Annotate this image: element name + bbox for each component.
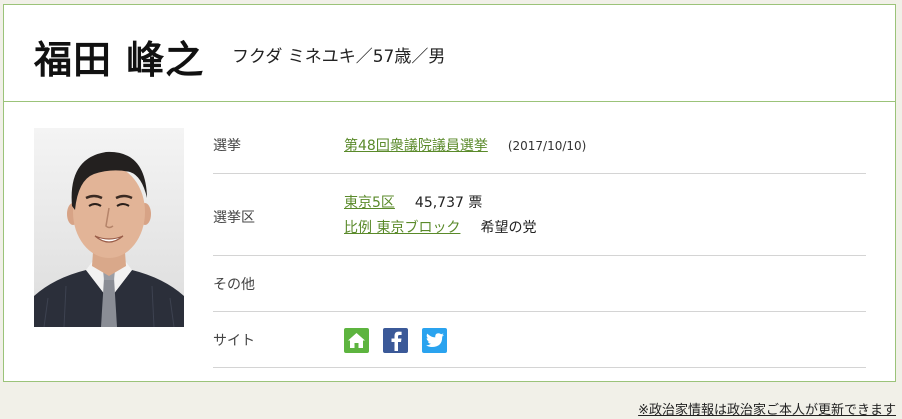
site-icons [344,328,447,353]
politician-kana-age-gender: フクダ ミネユキ／57歳／男 [232,47,446,67]
politician-photo [34,128,184,327]
district-value: 東京5区 45,737 票 [344,192,482,212]
election-row: 選挙 第48回衆議院議員選挙 (2017/10/10) [213,112,866,174]
election-value: 第48回衆議院議員選挙 (2017/10/10) [344,135,586,155]
facebook-icon[interactable] [383,328,408,353]
pr-block-value: 比例 東京ブロック 希望の党 [344,217,536,237]
pr-block-link[interactable]: 比例 東京ブロック [344,220,460,236]
other-row: その他 [213,256,866,312]
update-note-link[interactable]: ※政治家情報は政治家ご本人が更新できます [638,399,896,418]
profile-card: 福田 峰之 フクダ ミネユキ／57歳／男 選挙 第48回衆議院議員選挙 (201… [3,4,896,382]
election-label: 選挙 [213,138,241,154]
district-row: 選挙区 東京5区 45,737 票 比例 東京ブロック 希望の党 [213,174,866,256]
other-label: その他 [213,277,255,293]
twitter-icon[interactable] [422,328,447,353]
home-icon[interactable] [344,328,369,353]
election-date: (2017/10/10) [507,139,587,153]
vote-count: 45,737 票 [414,195,483,211]
site-label: サイト [213,333,255,349]
election-link[interactable]: 第48回衆議院議員選挙 [344,138,488,154]
district-label: 選挙区 [213,210,255,226]
party-name: 希望の党 [480,220,537,236]
politician-name: 福田 峰之 [34,38,205,82]
info-table: 選挙 第48回衆議院議員選挙 (2017/10/10) 選挙区 東京5区 45,73… [213,112,866,368]
profile-header: 福田 峰之 フクダ ミネユキ／57歳／男 [4,5,895,102]
district-link[interactable]: 東京5区 [344,195,395,211]
site-row: サイト [213,312,866,368]
